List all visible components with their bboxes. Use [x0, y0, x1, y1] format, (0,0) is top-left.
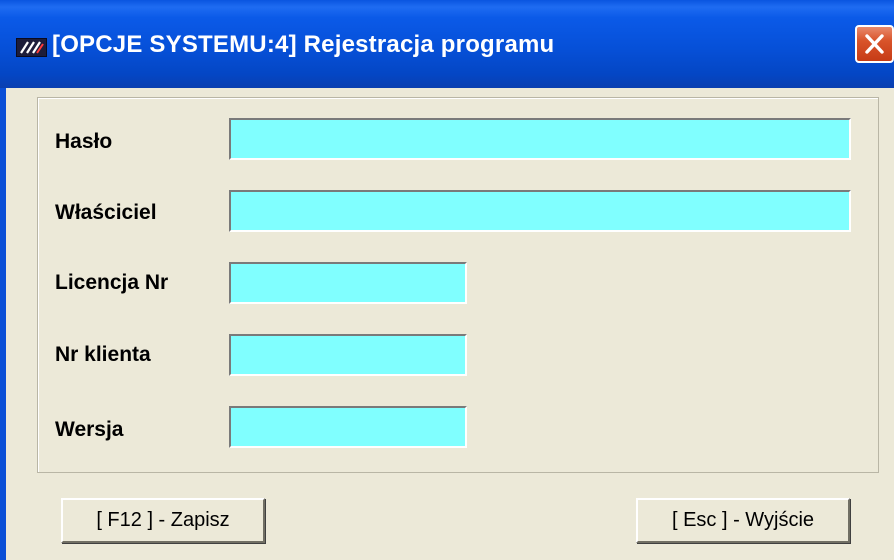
owner-field[interactable] [229, 190, 851, 232]
title-bar[interactable]: [OPCJE SYSTEMU:4] Rejestracja programu [0, 0, 894, 88]
owner-label: Właściciel [55, 201, 157, 224]
close-icon [865, 34, 884, 54]
client-number-label: Nr klienta [55, 343, 151, 366]
password-field[interactable] [229, 118, 851, 160]
client-number-field[interactable] [229, 334, 467, 376]
license-number-field[interactable] [229, 262, 467, 304]
registration-window: [OPCJE SYSTEMU:4] Rejestracja programu H… [0, 0, 894, 560]
license-number-label: Licencja Nr [55, 271, 169, 294]
exit-button[interactable]: [ Esc ] - Wyjście [636, 498, 850, 543]
version-label: Wersja [55, 418, 124, 441]
app-logo-icon [16, 38, 47, 57]
save-button[interactable]: [ F12 ] - Zapisz [61, 498, 265, 543]
password-label: Hasło [55, 130, 113, 153]
version-field[interactable] [229, 406, 467, 448]
close-button[interactable] [855, 25, 894, 63]
window-title: [OPCJE SYSTEMU:4] Rejestracja programu [52, 31, 555, 58]
